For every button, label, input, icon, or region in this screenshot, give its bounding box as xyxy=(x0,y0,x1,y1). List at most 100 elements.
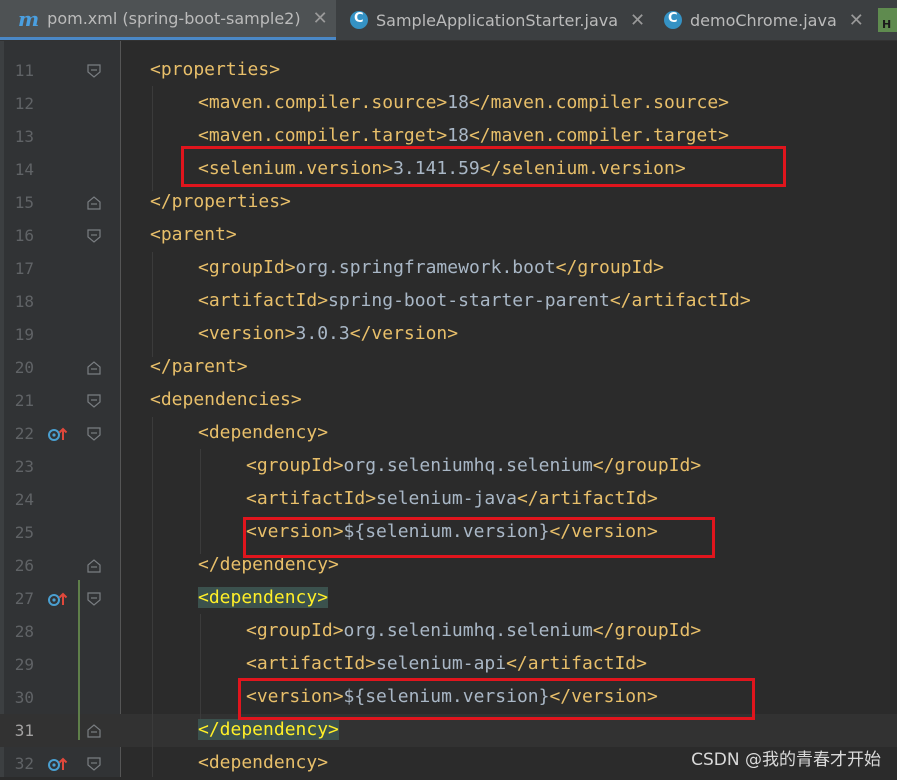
xml-tag: </groupId> xyxy=(555,257,665,278)
xml-tag: </maven.compiler.target> xyxy=(468,125,730,146)
code-line[interactable]: 11 <properties> xyxy=(0,54,897,87)
xml-tag: </parent> xyxy=(150,356,248,377)
java-class-icon xyxy=(350,11,368,29)
highlight-box-line-25 xyxy=(243,517,715,558)
code-text: </dependency> xyxy=(198,718,339,742)
line-number: 16 xyxy=(14,226,34,245)
code-line[interactable]: 28 <groupId>org.seleniumhq.selenium</grou… xyxy=(0,615,897,648)
xml-tag: <artifactId> xyxy=(246,488,377,509)
close-icon[interactable]: ✕ xyxy=(630,10,645,31)
code-line[interactable]: 24 <artifactId>selenium-java</artifactId> xyxy=(0,483,897,516)
code-line[interactable]: 20 </parent> xyxy=(0,351,897,384)
maven-icon: m xyxy=(18,6,40,31)
highlight-box-line-14 xyxy=(181,146,786,187)
code-line[interactable]: 29 <artifactId>selenium-api</artifactId> xyxy=(0,648,897,681)
xml-text: org.springframework.boot xyxy=(295,257,556,278)
tab-sample-application-starter[interactable]: SampleApplicationStarter.java ✕ xyxy=(350,0,650,40)
close-icon[interactable]: ✕ xyxy=(313,8,328,29)
override-method-icon[interactable] xyxy=(48,591,68,607)
xml-tag: <groupId> xyxy=(198,257,296,278)
xml-tag: </artifactId> xyxy=(516,488,658,509)
editor-tab-bar: m pom.xml (spring-boot-sample2) ✕ Sample… xyxy=(0,0,897,41)
line-number: 24 xyxy=(14,490,34,509)
fold-start-icon[interactable] xyxy=(87,394,101,408)
fold-end-icon[interactable] xyxy=(87,559,101,573)
indent-guide xyxy=(200,449,201,554)
code-line[interactable]: 23 <groupId>org.seleniumhq.selenium</grou… xyxy=(0,450,897,483)
java-class-icon xyxy=(664,11,682,29)
fold-end-icon[interactable] xyxy=(87,196,101,210)
highlight-box-line-30 xyxy=(238,678,755,720)
fold-start-icon[interactable] xyxy=(87,757,101,771)
code-text: </properties> xyxy=(150,190,291,214)
fold-start-icon[interactable] xyxy=(87,592,101,606)
close-icon[interactable]: ✕ xyxy=(849,10,864,31)
code-line[interactable]: 22 <dependency> xyxy=(0,417,897,450)
fold-start-icon[interactable] xyxy=(87,427,101,441)
overflow-tab[interactable]: H xyxy=(878,8,897,32)
code-text: <parent> xyxy=(150,223,237,247)
xml-tag: </artifactId> xyxy=(609,290,751,311)
code-text: <dependency> xyxy=(198,421,328,445)
line-number: 14 xyxy=(14,160,34,179)
indent-guide xyxy=(152,86,153,191)
line-number: 17 xyxy=(14,259,34,278)
override-method-icon[interactable] xyxy=(48,426,68,442)
line-number: 22 xyxy=(14,424,34,443)
xml-text: org.seleniumhq.selenium xyxy=(343,620,593,641)
fold-start-icon[interactable] xyxy=(87,229,101,243)
line-number: 11 xyxy=(14,61,34,80)
line-number: 12 xyxy=(14,94,34,113)
change-marker xyxy=(78,580,80,740)
line-number: 31 xyxy=(14,721,34,740)
code-text: <properties> xyxy=(150,58,280,82)
fold-end-icon[interactable] xyxy=(87,724,101,738)
override-method-icon[interactable] xyxy=(48,756,68,772)
line-number: 13 xyxy=(14,127,34,146)
code-text: <artifactId>selenium-api</artifactId> xyxy=(246,652,647,676)
xml-text: org.seleniumhq.selenium xyxy=(343,455,593,476)
xml-tag: <artifactId> xyxy=(246,653,377,674)
code-line[interactable]: 17 <groupId>org.springframework.boot</gro… xyxy=(0,252,897,285)
code-line[interactable]: 12 <maven.compiler.source>18</maven.compi… xyxy=(0,87,897,120)
code-line[interactable]: 16 <parent> xyxy=(0,219,897,252)
line-number: 23 xyxy=(14,457,34,476)
code-line[interactable]: 18 <artifactId>spring-boot-starter-parent… xyxy=(0,285,897,318)
xml-tag: </dependency> xyxy=(198,719,339,740)
xml-tag: <dependency> xyxy=(198,422,329,443)
tab-label: pom.xml (spring-boot-sample2) xyxy=(47,9,301,28)
code-line[interactable]: 19 <version>3.0.3</version> xyxy=(0,318,897,351)
code-line[interactable]: 21 <dependencies> xyxy=(0,384,897,417)
xml-text: selenium-java xyxy=(376,488,517,509)
line-number: 26 xyxy=(14,556,34,575)
xml-text: selenium-api xyxy=(376,653,507,674)
line-number: 25 xyxy=(14,523,34,542)
line-number: 28 xyxy=(14,622,34,641)
tab-demo-chrome[interactable]: demoChrome.java ✕ xyxy=(664,0,874,40)
line-number: 18 xyxy=(14,292,34,311)
line-number: 15 xyxy=(14,193,34,212)
code-text: <maven.compiler.source>18</maven.compile… xyxy=(198,91,729,115)
xml-tag: </maven.compiler.source> xyxy=(468,92,730,113)
xml-tag: <maven.compiler.target> xyxy=(198,125,448,146)
xml-tag: </groupId> xyxy=(592,620,702,641)
line-number: 29 xyxy=(14,655,34,674)
code-text: <artifactId>selenium-java</artifactId> xyxy=(246,487,658,511)
code-line[interactable]: 15 </properties> xyxy=(0,186,897,219)
xml-text: 18 xyxy=(447,92,469,113)
line-number: 30 xyxy=(14,688,34,707)
xml-tag: <properties> xyxy=(150,59,281,80)
watermark: CSDN @我的青春才开始 xyxy=(691,750,881,770)
xml-tag: </groupId> xyxy=(592,455,702,476)
tab-pom-xml[interactable]: m pom.xml (spring-boot-sample2) ✕ xyxy=(0,0,336,40)
fold-start-icon[interactable] xyxy=(87,64,101,78)
line-number: 21 xyxy=(14,391,34,410)
code-line[interactable]: 27 <dependency> xyxy=(0,582,897,615)
xml-text: 18 xyxy=(447,125,469,146)
xml-text: spring-boot-starter-parent xyxy=(328,290,610,311)
xml-tag: <parent> xyxy=(150,224,237,245)
code-text: <groupId>org.springframework.boot</group… xyxy=(198,256,664,280)
indent-guide xyxy=(152,252,153,357)
fold-end-icon[interactable] xyxy=(87,361,101,375)
tab-label: SampleApplicationStarter.java xyxy=(376,10,619,30)
